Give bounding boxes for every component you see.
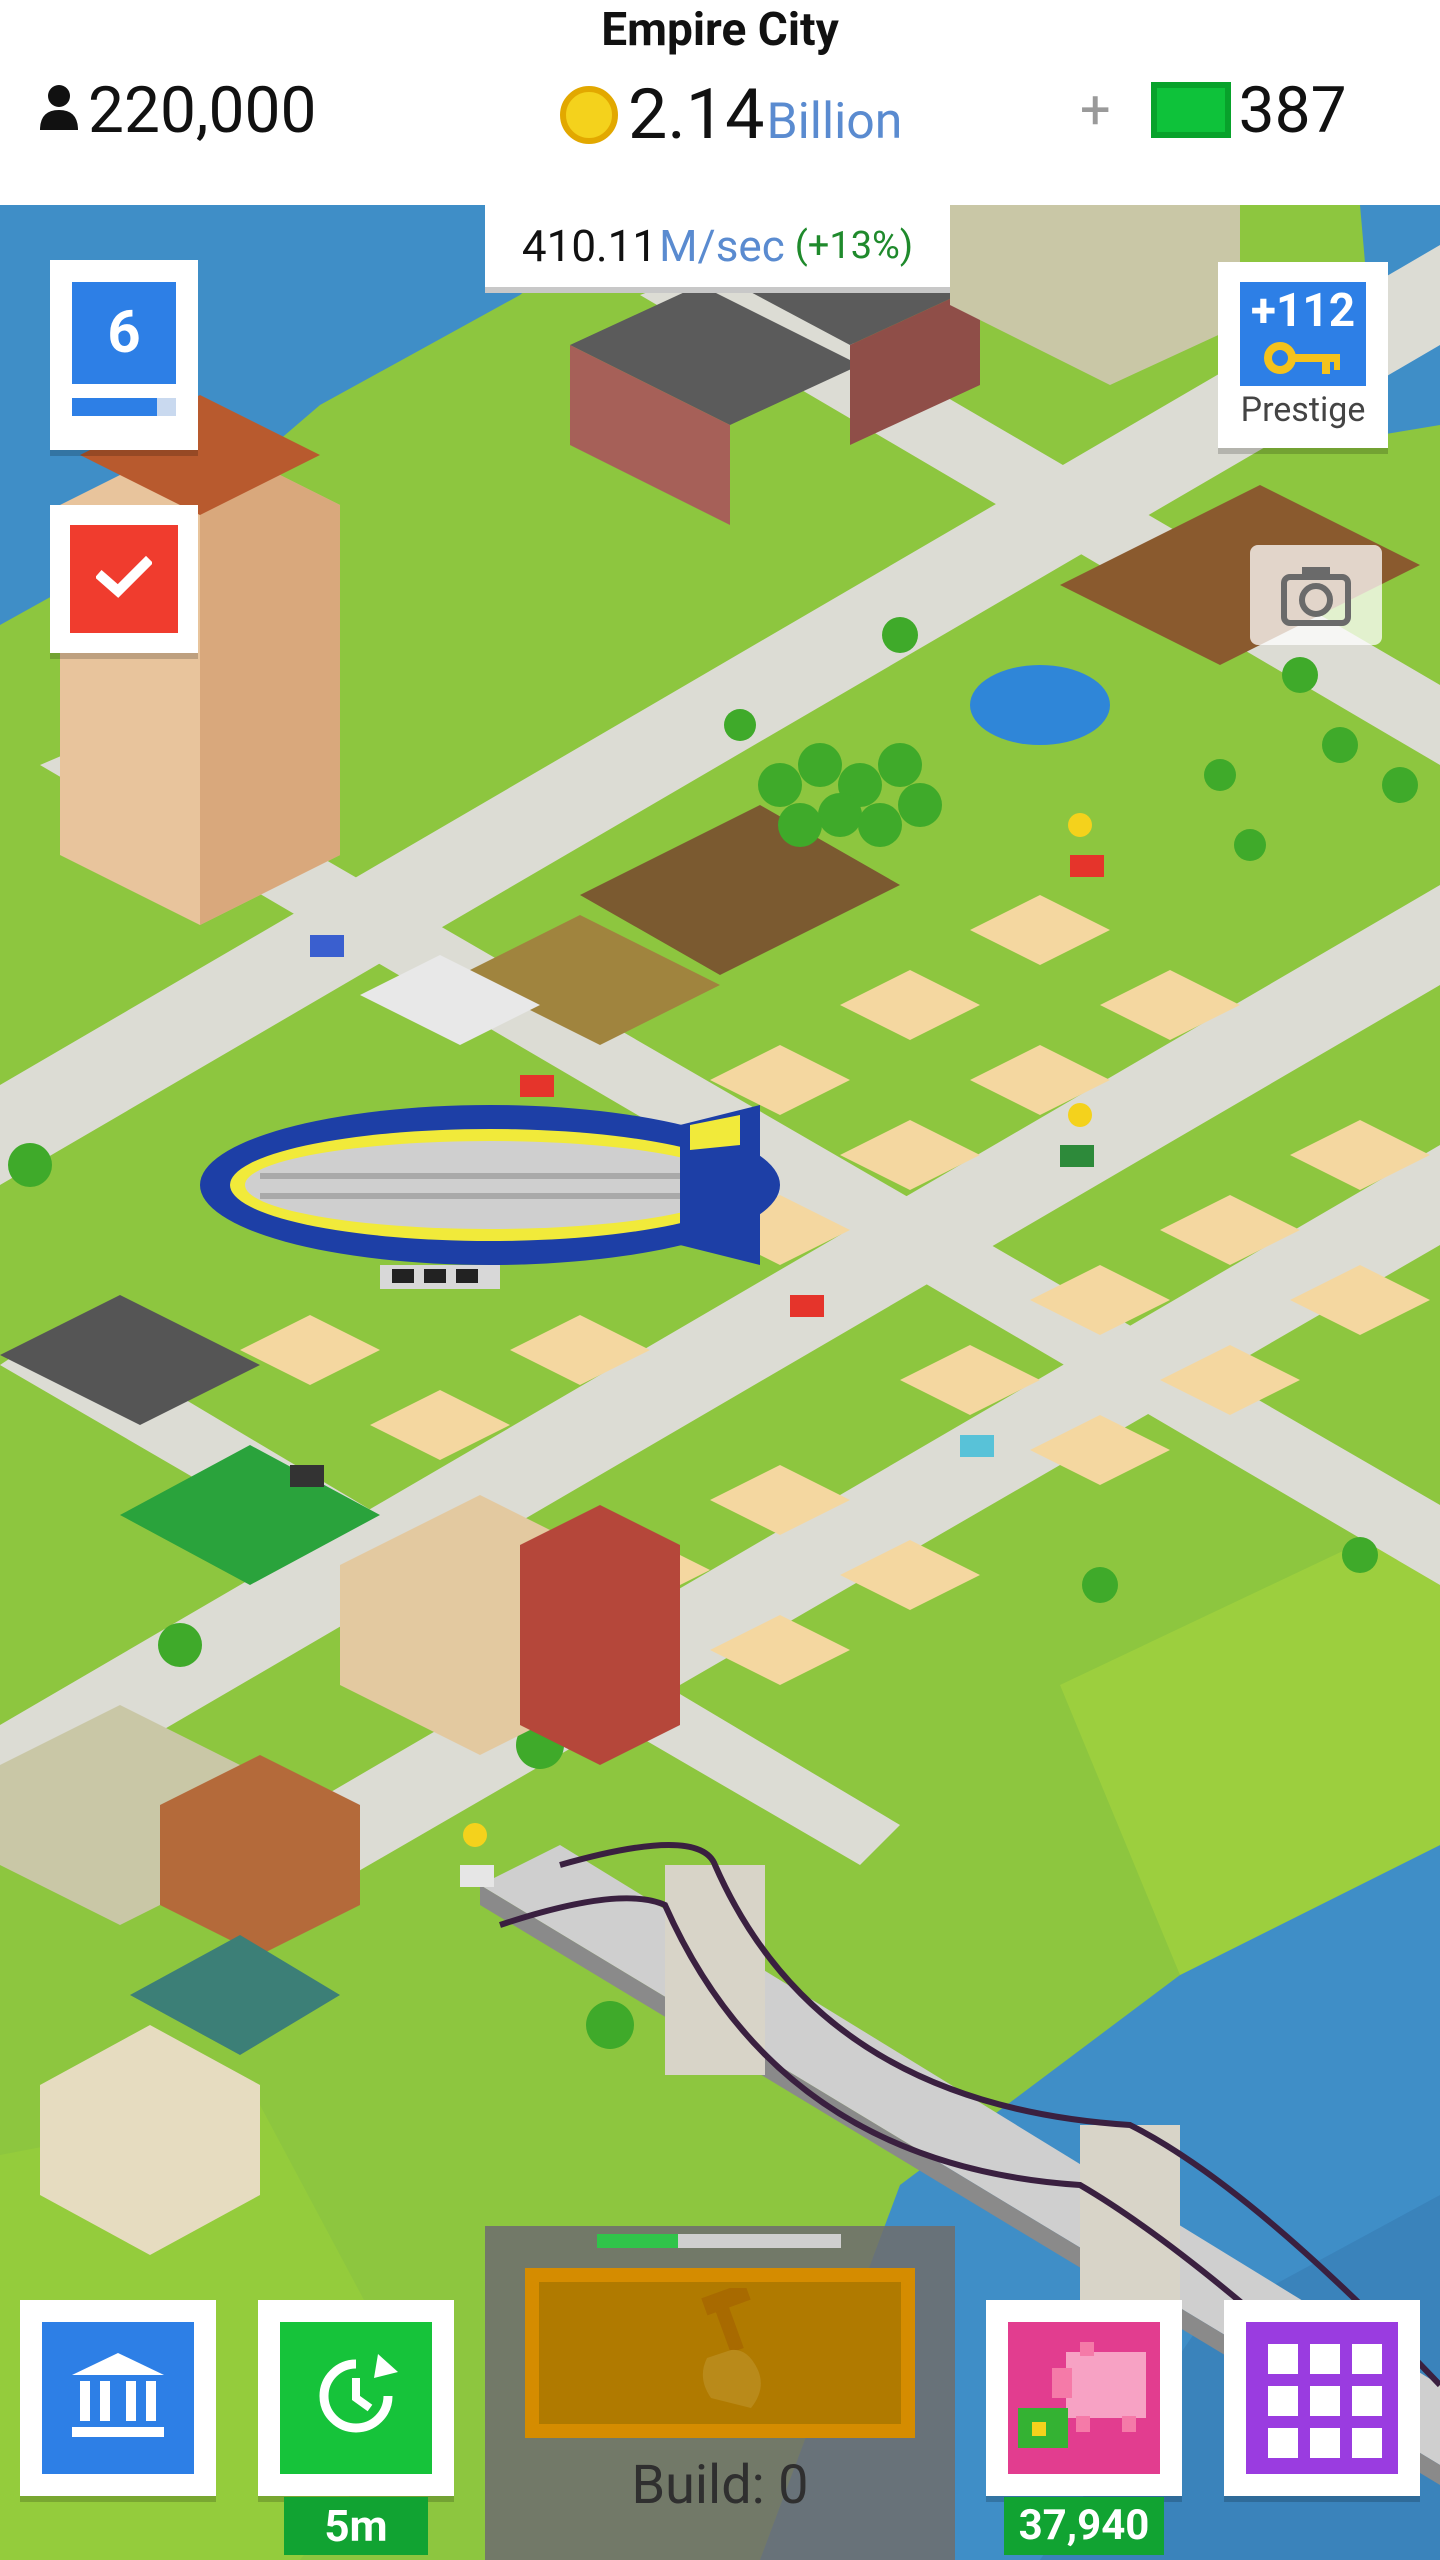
- tasks-button[interactable]: [50, 505, 198, 653]
- cash-icon: [1150, 82, 1231, 138]
- time-warp-button[interactable]: [258, 2300, 454, 2496]
- level-progress-bar: [72, 398, 176, 416]
- camera-button[interactable]: [1250, 545, 1382, 645]
- population-counter: 220,000: [38, 72, 316, 148]
- cash-value: 387: [1238, 72, 1347, 148]
- coins-unit: Billion: [766, 93, 903, 151]
- income-rate: 410.11 M/sec (+13%): [485, 205, 950, 293]
- income-unit: M/sec: [659, 220, 785, 272]
- camera-icon: [1280, 563, 1352, 631]
- hammer-icon: [687, 2282, 777, 2422]
- population-value: 220,000: [88, 72, 317, 148]
- bank-icon: [70, 2351, 166, 2445]
- time-warp-label: 5m: [284, 2497, 428, 2555]
- prestige-amount: +112: [1250, 284, 1356, 338]
- time-tile: [280, 2322, 432, 2474]
- cash-counter[interactable]: + 387: [1080, 72, 1347, 148]
- income-boost: (+13%): [794, 224, 914, 268]
- city-map-illustration: [0, 205, 1440, 2560]
- coin-counter: 2.14 Billion: [560, 72, 902, 158]
- build-label: Build: 0: [631, 2454, 809, 2517]
- build-progress-fill: [597, 2234, 678, 2248]
- person-icon: [38, 84, 80, 136]
- piggy-bank-button[interactable]: [986, 2300, 1182, 2496]
- clock-icon: [308, 2348, 404, 2448]
- top-bar: Empire City 220,000 2.14 Billion + 387: [0, 0, 1440, 205]
- piggy-bank-icon: [1016, 2338, 1156, 2466]
- bank-tile: [42, 2322, 194, 2474]
- income-amount: 410.11: [521, 220, 658, 272]
- add-cash-button[interactable]: +: [1080, 79, 1111, 142]
- level-button[interactable]: 6: [50, 260, 198, 450]
- prestige-button[interactable]: +112 Prestige: [1218, 262, 1388, 448]
- menu-button[interactable]: [1224, 2300, 1420, 2496]
- key-icon: [1264, 340, 1344, 380]
- checkmark-icon: [94, 555, 154, 603]
- level-number: 6: [72, 282, 176, 384]
- prestige-tile: +112: [1240, 282, 1366, 386]
- build-panel[interactable]: Build: 0: [485, 2226, 955, 2560]
- level-progress-fill: [72, 398, 158, 416]
- bank-button[interactable]: [20, 2300, 216, 2496]
- coins-value: 2.14: [628, 74, 765, 156]
- coin-icon: [560, 86, 618, 144]
- task-tile: [70, 525, 178, 633]
- build-progress-bar: [597, 2234, 841, 2248]
- prestige-label: Prestige: [1240, 390, 1366, 430]
- piggy-bank-value: 37,940: [1004, 2497, 1164, 2555]
- piggy-tile: [1008, 2322, 1160, 2474]
- city-name[interactable]: Empire City: [0, 0, 1440, 60]
- build-plot: [525, 2268, 915, 2438]
- grid-icon: [1246, 2322, 1398, 2474]
- city-map[interactable]: [0, 205, 1440, 2560]
